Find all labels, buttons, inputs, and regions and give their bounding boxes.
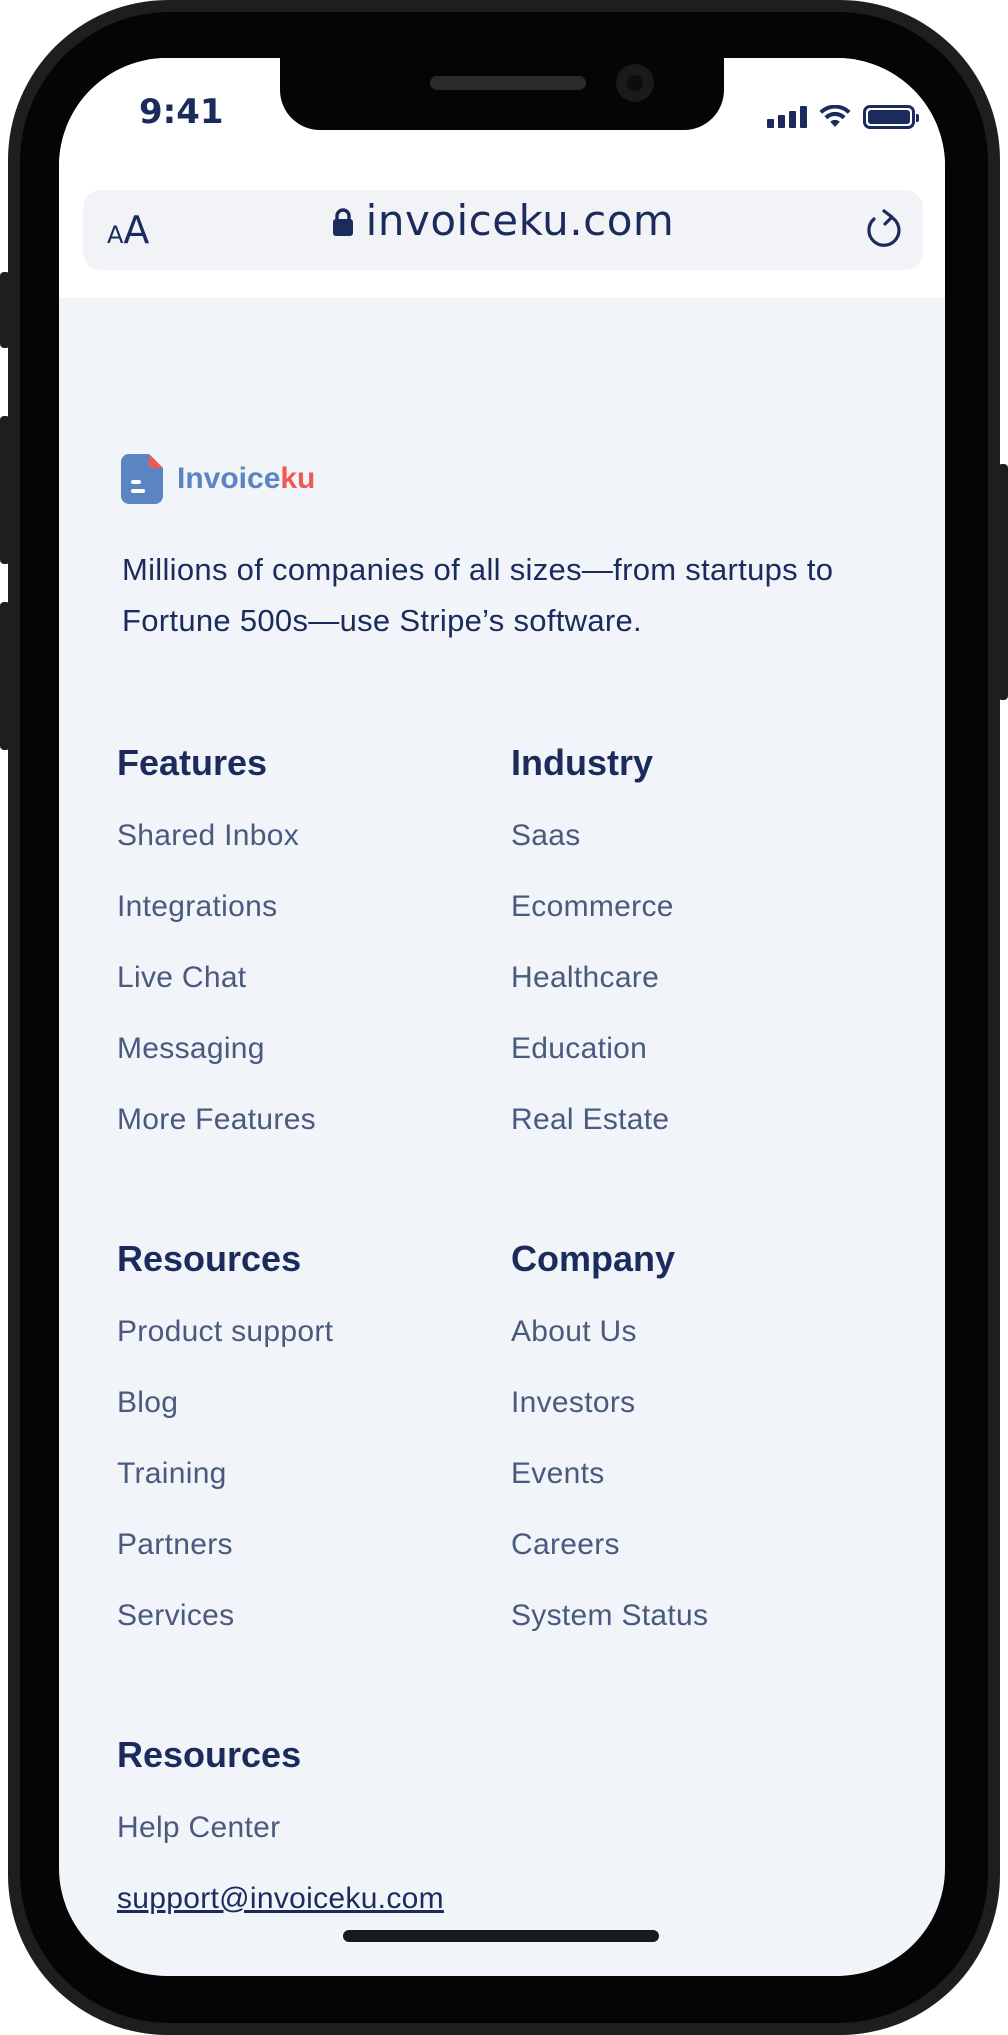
footer-column-resources: Resources Product support Blog Training …: [117, 1235, 497, 1666]
status-and-url-area: 9:41 AA invoiceku.com: [59, 58, 945, 298]
lock-icon: [332, 208, 353, 236]
footer-link-services[interactable]: Services: [117, 1595, 497, 1666]
footer-column-support: Resources Help Center support@invoiceku.…: [117, 1731, 717, 1949]
footer-link-product-support[interactable]: Product support: [117, 1311, 497, 1382]
footer-link-training[interactable]: Training: [117, 1453, 497, 1524]
volume-down-button: [0, 602, 10, 750]
footer-link-about-us[interactable]: About Us: [511, 1311, 891, 1382]
column-heading: Features: [117, 742, 268, 783]
link-list: Product support Blog Training Partners S…: [117, 1311, 497, 1666]
footer-link-events[interactable]: Events: [511, 1453, 891, 1524]
column-heading: Resources: [117, 1734, 302, 1775]
invoice-document-icon: [121, 454, 163, 504]
footer-link-partners[interactable]: Partners: [117, 1524, 497, 1595]
silent-switch: [0, 272, 10, 348]
link-list: About Us Investors Events Careers System…: [511, 1311, 891, 1666]
footer-link-healthcare[interactable]: Healthcare: [511, 957, 891, 1028]
footer-link-more-features[interactable]: More Features: [117, 1099, 497, 1170]
power-button: [998, 464, 1008, 700]
battery-icon: [863, 105, 919, 129]
footer-link-system-status[interactable]: System Status: [511, 1595, 891, 1666]
footer-column-features: Features Shared Inbox Integrations Live …: [117, 739, 497, 1170]
footer-link-real-estate[interactable]: Real Estate: [511, 1099, 891, 1170]
footer-column-industry: Industry Saas Ecommerce Healthcare Educa…: [511, 739, 891, 1170]
url-display[interactable]: invoiceku.com: [83, 190, 923, 270]
link-list: Shared Inbox Integrations Live Chat Mess…: [117, 815, 497, 1170]
brand-logo[interactable]: Invoiceku: [121, 454, 315, 504]
address-bar[interactable]: AA invoiceku.com: [83, 190, 923, 270]
footer-link-messaging[interactable]: Messaging: [117, 1028, 497, 1099]
tagline: Millions of companies of all sizes—from …: [122, 552, 834, 638]
column-heading: Company: [511, 1238, 676, 1279]
footer-link-help-center[interactable]: Help Center: [117, 1807, 717, 1878]
signal-icon: [767, 106, 807, 128]
column-heading: Industry: [511, 742, 654, 783]
link-list: Help Center support@invoiceku.com: [117, 1807, 717, 1949]
footer-link-blog[interactable]: Blog: [117, 1382, 497, 1453]
phone-screen: 9:41 AA invoiceku.com Invoiceku Millions…: [59, 58, 945, 1976]
notch: [280, 58, 724, 130]
reload-icon[interactable]: [861, 208, 905, 252]
footer-link-integrations[interactable]: Integrations: [117, 886, 497, 957]
wifi-icon: [819, 105, 851, 127]
footer-link-saas[interactable]: Saas: [511, 815, 891, 886]
footer-column-company: Company About Us Investors Events Career…: [511, 1235, 891, 1666]
footer-link-investors[interactable]: Investors: [511, 1382, 891, 1453]
home-indicator[interactable]: [343, 1930, 659, 1942]
status-icons: [767, 102, 919, 132]
volume-up-button: [0, 416, 10, 564]
url-text: invoiceku.com: [365, 195, 675, 245]
link-list: Saas Ecommerce Healthcare Education Real…: [511, 815, 891, 1170]
front-camera: [616, 64, 654, 102]
footer-link-shared-inbox[interactable]: Shared Inbox: [117, 815, 497, 886]
footer-link-live-chat[interactable]: Live Chat: [117, 957, 497, 1028]
speaker: [430, 76, 586, 90]
footer-link-education[interactable]: Education: [511, 1028, 891, 1099]
brand-name: Invoiceku: [177, 462, 316, 495]
column-heading: Resources: [117, 1238, 302, 1279]
footer-link-ecommerce[interactable]: Ecommerce: [511, 886, 891, 957]
footer-link-careers[interactable]: Careers: [511, 1524, 891, 1595]
status-time: 9:41: [139, 92, 224, 132]
